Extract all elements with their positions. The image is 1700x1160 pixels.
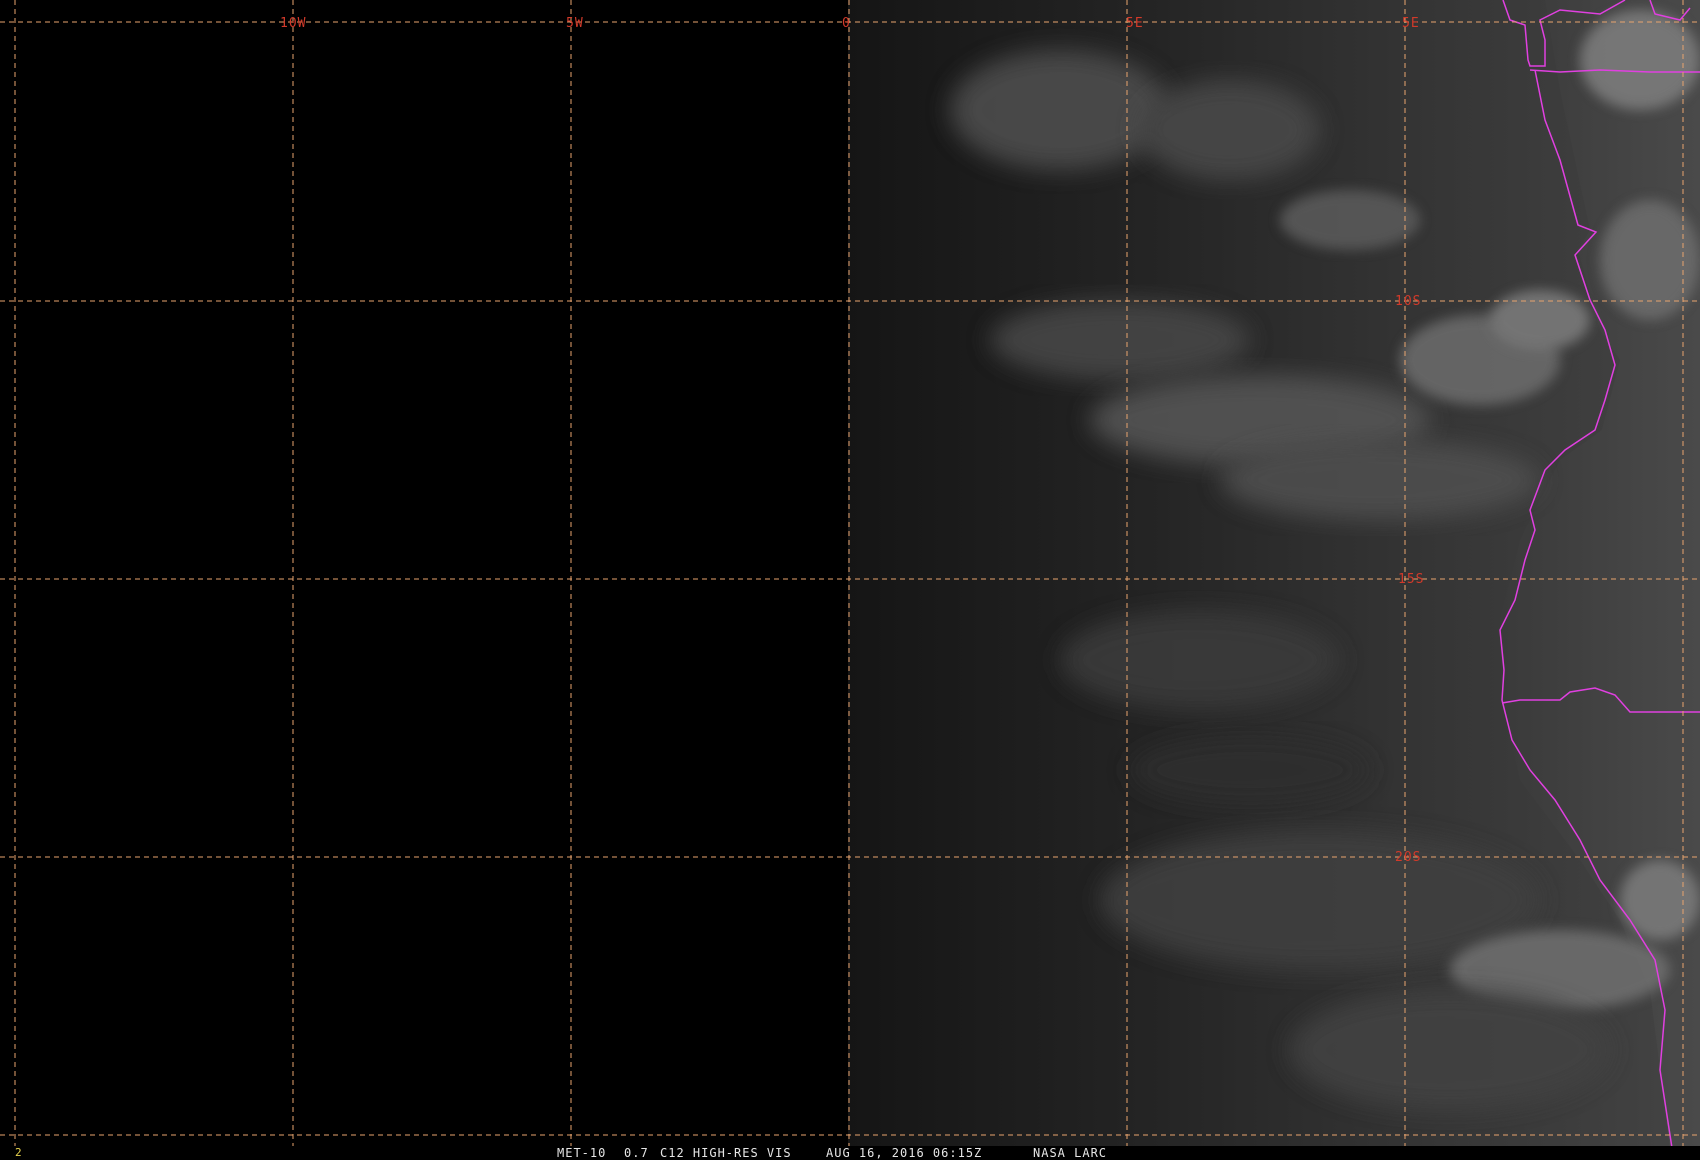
lat-label-15s: 15S [1398, 572, 1424, 587]
frame-number: 2 [15, 1146, 22, 1159]
lon-label-5e: 5E [1126, 16, 1144, 31]
lon-label-5e-right: 5E [1402, 16, 1420, 31]
lon-label-10w: 10W [280, 16, 306, 31]
channel-wavelength: 0.7 [624, 1146, 649, 1160]
image-caption-bar: 2 MET-10 0.7 C12 HIGH-RES VIS AUG 16, 20… [0, 1146, 1700, 1160]
image-datetime: AUG 16, 2016 06:15Z [826, 1146, 983, 1160]
band-description: C12 HIGH-RES VIS [660, 1146, 792, 1160]
lat-label-10s: 10S [1395, 294, 1421, 309]
satellite-name: MET-10 [557, 1146, 607, 1160]
data-source: NASA LARC [1033, 1146, 1108, 1160]
lon-label-5w: 5W [566, 16, 584, 31]
lon-label-0: 0 [842, 16, 851, 31]
satellite-imagery: 10W 5W 0 5E 5E 10S 15S 20S [0, 0, 1700, 1148]
satellite-viewer: 10W 5W 0 5E 5E 10S 15S 20S 2 MET-10 0.7 … [0, 0, 1700, 1160]
lat-label-20s: 20S [1395, 850, 1421, 865]
imagery-canvas: 10W 5W 0 5E 5E 10S 15S 20S [0, 0, 1700, 1148]
